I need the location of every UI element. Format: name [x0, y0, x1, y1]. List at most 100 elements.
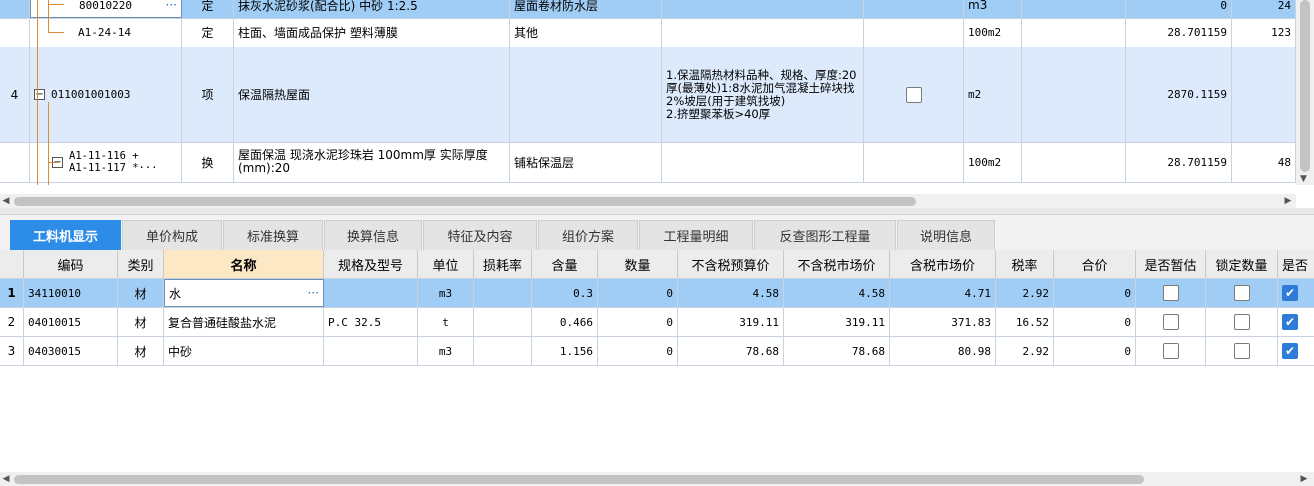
table-row[interactable]: 4 − 011001001003 项 保温隔热屋面 1.保温隔热材料品种、规格、… [0, 47, 1296, 143]
table-row[interactable]: 1 34110010 材水 ··· m3 0.3 0 4.58 4.58 4.71 2.92 0 ✔ [0, 279, 1314, 308]
loss-cell[interactable] [474, 337, 532, 365]
collapse-icon[interactable]: − [34, 89, 45, 100]
tab-pricing-scheme[interactable]: 组价方案 [538, 220, 638, 250]
column-header[interactable]: 含量 [532, 250, 598, 278]
total-cell[interactable]: 0 [1054, 279, 1136, 307]
market-cell[interactable]: 4.58 [784, 279, 890, 307]
scroll-right-icon[interactable]: ▶ [1298, 472, 1310, 486]
column-header[interactable]: 规格及型号 [324, 250, 418, 278]
column-header[interactable]: 数量 [598, 250, 678, 278]
lock-qty-checkbox[interactable] [1233, 285, 1250, 301]
qty-cell[interactable]: 0 [598, 337, 678, 365]
code-cell[interactable]: 80010220 ··· [30, 0, 182, 18]
budget-cell[interactable]: 78.68 [678, 337, 784, 365]
column-header[interactable]: 单位 [418, 250, 474, 278]
table-row[interactable]: 80010220 ··· 定 抹灰水泥砂浆(配合比) 中砂 1:2.5 屋面卷材… [0, 0, 1296, 19]
scroll-thumb[interactable] [1300, 0, 1310, 172]
type-cell[interactable]: 材 [118, 308, 164, 336]
horizontal-scrollbar[interactable]: ◀ ▶ [0, 472, 1314, 486]
flag-checkbox-cell[interactable]: ✔ [1278, 279, 1314, 307]
tax-cell[interactable]: 2.92 [996, 337, 1054, 365]
more-icon[interactable]: ··· [166, 0, 177, 12]
lock-qty-checkbox[interactable] [1233, 314, 1250, 330]
vertical-scrollbar[interactable]: ▼ [1296, 0, 1314, 185]
more-icon[interactable]: ··· [308, 286, 319, 300]
scroll-left-icon[interactable]: ◀ [0, 472, 12, 486]
provisional-checkbox-cell[interactable] [1136, 279, 1206, 307]
unit-cell[interactable]: m3 [418, 337, 474, 365]
tab-unit-price[interactable]: 单价构成 [122, 220, 222, 250]
lock-qty-checkbox-cell[interactable] [1206, 308, 1278, 336]
total-cell[interactable]: 0 [1054, 337, 1136, 365]
code-cell[interactable]: 34110010 [24, 279, 118, 307]
scroll-right-icon[interactable]: ▶ [1282, 194, 1294, 208]
column-header[interactable]: 编码 [24, 250, 118, 278]
budget-cell[interactable]: 319.11 [678, 308, 784, 336]
code-cell[interactable]: − 011001001003 [30, 47, 182, 142]
provisional-checkbox-cell[interactable] [1136, 337, 1206, 365]
lock-qty-checkbox[interactable] [1233, 343, 1250, 359]
market-tax-cell[interactable]: 371.83 [890, 308, 996, 336]
column-header[interactable]: 税率 [996, 250, 1054, 278]
tab-quantity-detail[interactable]: 工程量明细 [639, 220, 753, 250]
name-cell[interactable]: 水 ··· [164, 279, 324, 307]
market-cell[interactable]: 78.68 [784, 337, 890, 365]
check-cell[interactable] [864, 47, 964, 142]
lock-qty-checkbox-cell[interactable] [1206, 337, 1278, 365]
scroll-down-icon[interactable]: ▼ [1300, 174, 1307, 184]
table-row[interactable]: 3 04030015 材中砂 m3 1.156 0 78.68 78.68 80.98 2.92 0… [0, 337, 1314, 366]
column-header[interactable]: 损耗率 [474, 250, 532, 278]
column-header[interactable]: 是否 [1278, 250, 1314, 278]
column-header[interactable]: 名称 [164, 250, 324, 278]
tab-features[interactable]: 特征及内容 [423, 220, 537, 250]
scroll-thumb[interactable] [14, 197, 916, 206]
horizontal-scrollbar[interactable]: ◀ ▶ [0, 194, 1296, 208]
tab-standard-conversion[interactable]: 标准换算 [223, 220, 323, 250]
market-tax-cell[interactable]: 80.98 [890, 337, 996, 365]
loss-cell[interactable] [474, 279, 532, 307]
content-cell[interactable]: 0.3 [532, 279, 598, 307]
flag-checkbox[interactable]: ✔ [1282, 314, 1298, 330]
budget-cell[interactable]: 4.58 [678, 279, 784, 307]
column-header[interactable]: 不含税预算价 [678, 250, 784, 278]
provisional-checkbox[interactable] [1162, 285, 1179, 301]
provisional-checkbox[interactable] [1162, 314, 1179, 330]
column-header[interactable]: 不含税市场价 [784, 250, 890, 278]
lock-qty-checkbox-cell[interactable] [1206, 279, 1278, 307]
table-row[interactable]: − A1-11-116 + A1-11-117 *··· 换 屋面保温 现浇水泥… [0, 142, 1296, 183]
column-header[interactable]: 合价 [1054, 250, 1136, 278]
tab-conversion-info[interactable]: 换算信息 [324, 220, 422, 250]
code-cell[interactable]: 04030015 [24, 337, 118, 365]
provisional-checkbox[interactable] [1162, 343, 1179, 359]
spec-cell[interactable] [324, 337, 418, 365]
content-cell[interactable]: 1.156 [532, 337, 598, 365]
code-cell[interactable]: 04010015 [24, 308, 118, 336]
flag-checkbox-cell[interactable]: ✔ [1278, 337, 1314, 365]
content-cell[interactable]: 0.466 [532, 308, 598, 336]
tax-cell[interactable]: 16.52 [996, 308, 1054, 336]
column-header[interactable]: 是否暂估 [1136, 250, 1206, 278]
scroll-left-icon[interactable]: ◀ [0, 194, 12, 208]
market-tax-cell[interactable]: 4.71 [890, 279, 996, 307]
flag-checkbox[interactable]: ✔ [1282, 343, 1298, 359]
total-cell[interactable]: 0 [1054, 308, 1136, 336]
column-header[interactable]: 锁定数量 [1206, 250, 1278, 278]
provisional-checkbox-cell[interactable] [1136, 308, 1206, 336]
unit-cell[interactable]: m3 [418, 279, 474, 307]
type-cell[interactable]: 材 [118, 279, 164, 307]
spec-cell[interactable]: P.C 32.5 [324, 308, 418, 336]
loss-cell[interactable] [474, 308, 532, 336]
column-header[interactable]: 含税市场价 [890, 250, 996, 278]
type-cell[interactable]: 材 [118, 337, 164, 365]
spec-cell[interactable] [324, 279, 418, 307]
qty-cell[interactable]: 0 [598, 308, 678, 336]
qty-cell[interactable]: 0 [598, 279, 678, 307]
scroll-thumb[interactable] [14, 475, 1144, 484]
tab-material[interactable]: 工料机显示 [10, 220, 121, 250]
flag-checkbox[interactable]: ✔ [1282, 285, 1298, 301]
flag-checkbox-cell[interactable]: ✔ [1278, 308, 1314, 336]
table-row[interactable]: 2 04010015 材复合普通硅酸盐水泥 P.C 32.5 t 0.466 0 319.11… [0, 308, 1314, 337]
column-header[interactable]: 类别 [118, 250, 164, 278]
name-cell[interactable]: 复合普通硅酸盐水泥 [164, 308, 324, 336]
market-cell[interactable]: 319.11 [784, 308, 890, 336]
